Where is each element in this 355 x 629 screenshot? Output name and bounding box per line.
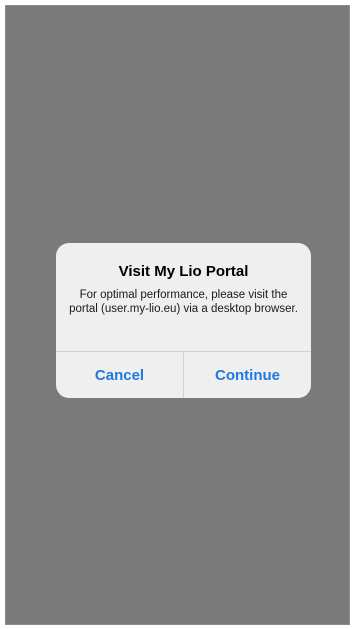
alert-body: Visit My Lio Portal For optimal performa… <box>56 243 311 351</box>
alert-actions: Cancel Continue <box>56 351 311 398</box>
alert-dialog: Visit My Lio Portal For optimal performa… <box>56 243 311 398</box>
alert-message: For optimal performance, please visit th… <box>69 289 298 315</box>
screen-overlay: Visit My Lio Portal For optimal performa… <box>5 5 350 625</box>
continue-button[interactable]: Continue <box>184 352 311 398</box>
cancel-button[interactable]: Cancel <box>56 352 184 398</box>
alert-title: Visit My Lio Portal <box>118 263 249 280</box>
